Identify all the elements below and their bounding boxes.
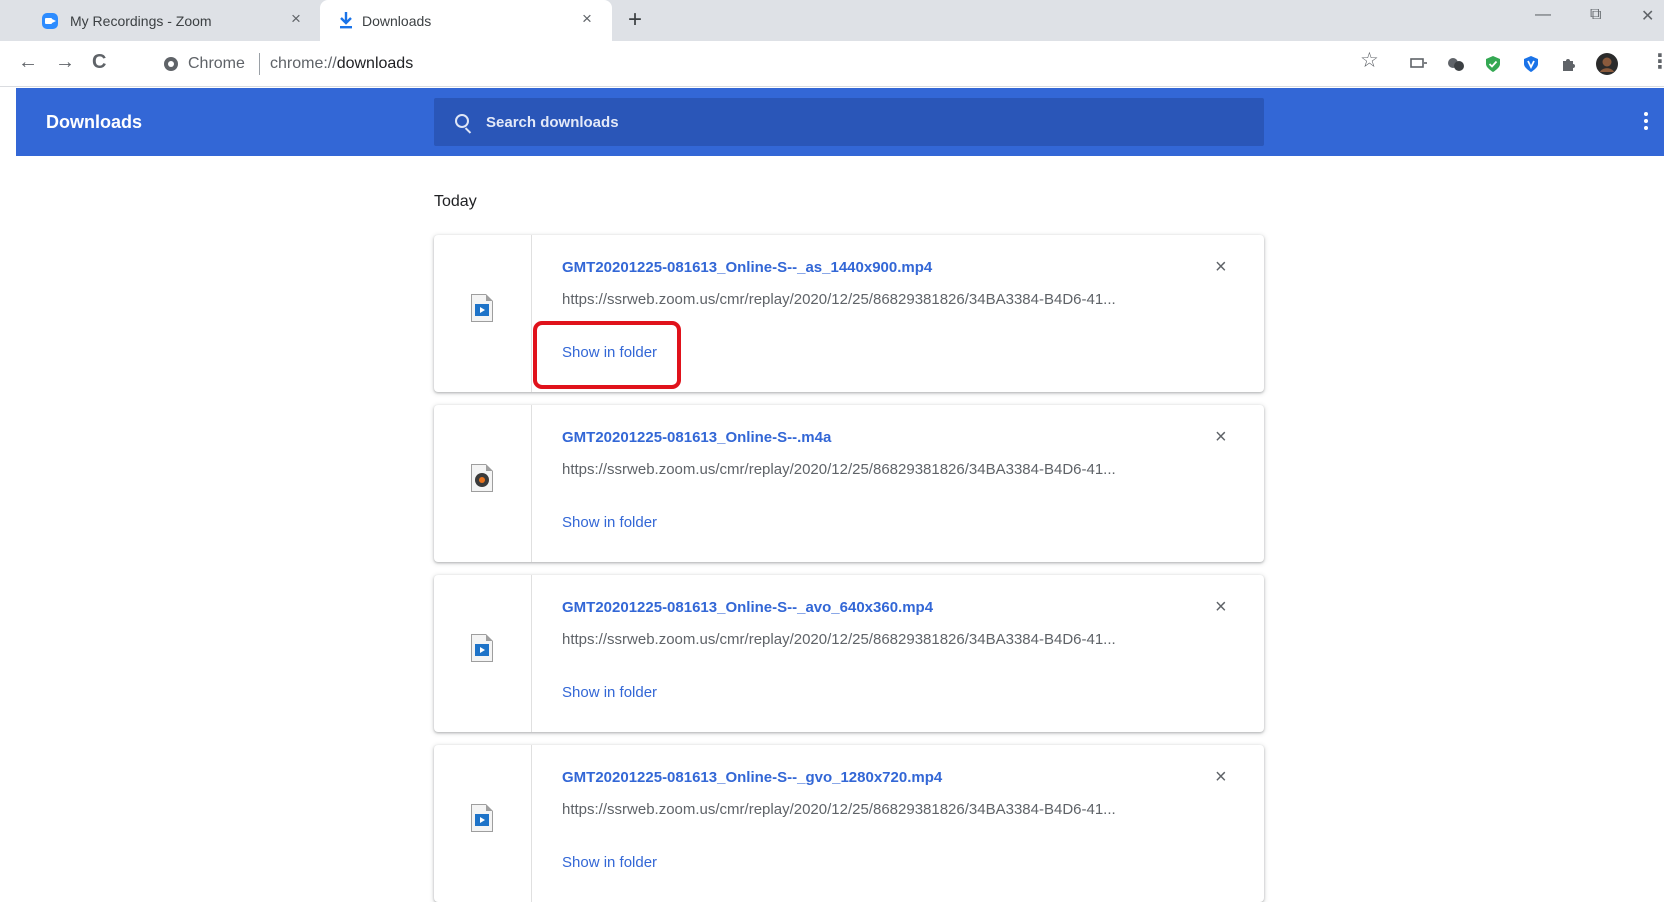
browser-toolbar: ← → C Chrome chrome://downloads ☆ ⋮ bbox=[0, 41, 1664, 87]
search-input[interactable] bbox=[486, 111, 1226, 133]
vpn-shield-icon[interactable] bbox=[1522, 55, 1540, 73]
search-icon bbox=[455, 114, 469, 128]
close-window-icon[interactable]: ✕ bbox=[1641, 6, 1654, 26]
file-url: https://ssrweb.zoom.us/cmr/replay/2020/1… bbox=[562, 461, 1116, 478]
icon-column bbox=[434, 235, 532, 392]
tab-title: Downloads bbox=[362, 12, 432, 29]
highlight-annotation bbox=[533, 321, 681, 389]
back-button[interactable]: ← bbox=[18, 50, 38, 74]
site-label: Chrome bbox=[188, 55, 245, 72]
download-item: GMT20201225-081613_Online-S--_gvo_1280x7… bbox=[434, 745, 1264, 902]
remove-item-button[interactable]: × bbox=[1215, 427, 1227, 447]
file-name-link[interactable]: GMT20201225-081613_Online-S--.m4a bbox=[562, 429, 831, 446]
file-name-link[interactable]: GMT20201225-081613_Online-S--_as_1440x90… bbox=[562, 259, 932, 276]
file-url: https://ssrweb.zoom.us/cmr/replay/2020/1… bbox=[562, 801, 1116, 818]
omnibox-divider bbox=[259, 53, 260, 75]
file-name-link[interactable]: GMT20201225-081613_Online-S--_gvo_1280x7… bbox=[562, 769, 942, 786]
tab-my-recordings[interactable]: My Recordings - Zoom × bbox=[0, 0, 320, 41]
zoom-favicon-icon bbox=[42, 13, 58, 29]
download-favicon-icon bbox=[340, 12, 352, 29]
cast-icon[interactable] bbox=[1410, 55, 1428, 73]
url-scheme: chrome:// bbox=[270, 55, 337, 72]
page-title: Downloads bbox=[46, 112, 143, 132]
tab-title: My Recordings - Zoom bbox=[70, 12, 212, 29]
puzzle-extensions-icon[interactable] bbox=[1560, 55, 1578, 73]
restore-icon[interactable]: ⧉ bbox=[1590, 6, 1601, 24]
shield-check-icon[interactable] bbox=[1484, 55, 1502, 73]
url-host: downloads bbox=[336, 55, 414, 72]
reload-button[interactable]: C bbox=[92, 50, 106, 74]
tab-downloads[interactable]: Downloads × bbox=[320, 0, 612, 41]
remove-item-button[interactable]: × bbox=[1215, 257, 1227, 277]
bookmark-star-icon[interactable]: ☆ bbox=[1360, 49, 1379, 73]
show-in-folder-link[interactable]: Show in folder bbox=[562, 514, 657, 531]
show-in-folder-link[interactable]: Show in folder bbox=[562, 684, 657, 701]
tab-close-icon[interactable]: × bbox=[582, 9, 592, 29]
tab-strip: My Recordings - Zoom × Downloads × + — ⧉… bbox=[0, 0, 1664, 41]
remove-item-button[interactable]: × bbox=[1215, 597, 1227, 617]
profile-avatar[interactable] bbox=[1596, 53, 1618, 75]
url-text: chrome://downloads bbox=[270, 55, 413, 73]
extension-people-icon[interactable] bbox=[1447, 55, 1465, 73]
video-file-icon bbox=[471, 634, 493, 662]
date-section-label: Today bbox=[434, 193, 477, 210]
search-box[interactable] bbox=[434, 98, 1264, 146]
video-file-icon bbox=[471, 294, 493, 322]
file-url: https://ssrweb.zoom.us/cmr/replay/2020/1… bbox=[562, 631, 1116, 648]
download-item: GMT20201225-081613_Online-S--_avo_640x36… bbox=[434, 575, 1264, 732]
file-url: https://ssrweb.zoom.us/cmr/replay/2020/1… bbox=[562, 291, 1116, 308]
icon-column bbox=[434, 745, 532, 902]
video-file-icon bbox=[471, 804, 493, 832]
audio-file-icon bbox=[471, 464, 493, 492]
browser-menu-button[interactable]: ⋮ bbox=[1650, 50, 1664, 74]
downloads-header: Downloads bbox=[16, 88, 1664, 156]
icon-column bbox=[434, 575, 532, 732]
remove-item-button[interactable]: × bbox=[1215, 767, 1227, 787]
icon-column bbox=[434, 405, 532, 562]
more-actions-icon[interactable] bbox=[1644, 112, 1648, 130]
address-bar[interactable]: Chrome chrome://downloads bbox=[150, 46, 1350, 82]
download-item: GMT20201225-081613_Online-S--.m4a https:… bbox=[434, 405, 1264, 562]
new-tab-button[interactable]: + bbox=[628, 7, 642, 33]
forward-button[interactable]: → bbox=[55, 50, 75, 74]
chrome-icon bbox=[164, 57, 178, 71]
minimize-icon[interactable]: — bbox=[1535, 6, 1551, 24]
tab-close-icon[interactable]: × bbox=[291, 9, 301, 29]
show-in-folder-link[interactable]: Show in folder bbox=[562, 854, 657, 871]
file-name-link[interactable]: GMT20201225-081613_Online-S--_avo_640x36… bbox=[562, 599, 933, 616]
